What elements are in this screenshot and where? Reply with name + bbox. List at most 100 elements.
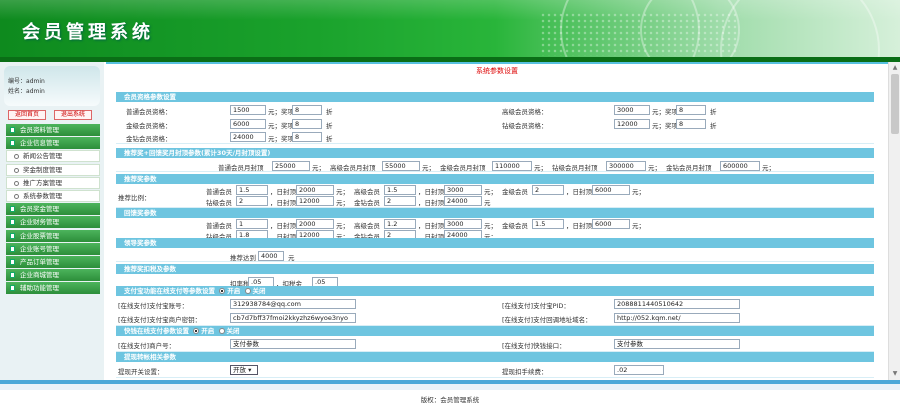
golddiamond-member-discount-input[interactable]: 8 (292, 132, 322, 142)
feedback-ratio-input[interactable]: 1.2 (384, 219, 416, 229)
alipay-key-input[interactable]: cb7d7bff37fmoi2kkyzhz6wyoe3nyo (230, 313, 356, 323)
senior-member-discount-input[interactable]: 8 (676, 105, 706, 115)
normal-member-discount-input[interactable]: 8 (292, 105, 322, 115)
scroll-thumb[interactable] (891, 74, 899, 134)
golddiamond-member-fee-input[interactable]: 24000 (230, 132, 266, 142)
logout-button[interactable]: 退出系统 (54, 110, 92, 120)
folder-icon (10, 245, 15, 252)
footer: 版权：会员管理系统 (0, 380, 900, 405)
feedback-cap-input[interactable]: 3000 (444, 219, 482, 229)
sidebar-subitem-4[interactable]: 推广方案管理 (6, 176, 100, 189)
user-id-line: 编号：admin (8, 78, 45, 85)
section-tax: 推荐奖扣税及参数 (116, 264, 874, 274)
folder-icon (10, 219, 15, 226)
referral-ratio-input[interactable]: 2 (236, 196, 268, 206)
gold-member-fee-input[interactable]: 6000 (230, 119, 266, 129)
sidebar-group-0[interactable]: 会员资料管理 (6, 124, 100, 136)
referral-ratio-input[interactable]: 2 (532, 185, 564, 195)
referral-unit: 元； (632, 188, 645, 196)
sidebar-group-8[interactable]: 企业股票管理 (6, 229, 100, 242)
feedback-cap-label: ，日封顶 (270, 222, 296, 230)
withdrawal-fee-input[interactable]: .02 (614, 365, 664, 375)
sidebar-item-label: 企业财务管理 (20, 218, 59, 227)
folder-icon (10, 127, 15, 133)
alipay-disable-radio[interactable] (244, 288, 251, 294)
scroll-down-icon[interactable]: ▼ (891, 370, 899, 378)
referral-ratio-input[interactable]: 1.5 (236, 185, 268, 195)
referral-ratio-input[interactable]: 2 (384, 196, 416, 206)
sidebar-item-label: 奖金制度管理 (23, 165, 62, 174)
sidebar-group-7[interactable]: 企业财务管理 (6, 216, 100, 229)
99bill-merchant-input[interactable]: 支付参数 (230, 339, 356, 349)
section-monthly-cap: 推荐奖+回馈奖月封顶参数(累计30天/月封顶设置) (116, 148, 874, 158)
senior-member-fee-input[interactable]: 3000 (614, 105, 650, 115)
home-button[interactable]: 返回首页 (8, 110, 46, 120)
referral-cap-label: ，日封顶 (270, 199, 296, 207)
normal-member-fee-input[interactable]: 1500 (230, 105, 266, 115)
section-99bill: 快钱在线支付参数设置 开启 关闭 (116, 326, 874, 336)
sidebar-subitem-3[interactable]: 奖金制度管理 (6, 163, 100, 176)
sidebar-group-11[interactable]: 企业商城管理 (6, 269, 100, 282)
golddiamond-monthly-cap-input[interactable]: 600000 (720, 161, 760, 171)
scroll-up-icon[interactable]: ▲ (891, 64, 899, 72)
alipay-pid-input[interactable]: 2088811440510642 (614, 299, 740, 309)
99bill-enable-radio[interactable] (193, 328, 200, 334)
leader-threshold-input[interactable]: 4000 (258, 251, 284, 261)
sidebar-item-label: 会员奖金管理 (20, 205, 59, 214)
referral-cap-input[interactable]: 24000 (444, 196, 482, 206)
feedback-unit: 元； (632, 222, 645, 230)
sidebar-group-12[interactable]: 辅助功能管理 (6, 282, 100, 295)
referral-cap-label: ，日封顶 (566, 188, 592, 196)
referral-cap-input[interactable]: 3000 (444, 185, 482, 195)
99bill-interface-input[interactable]: 支付参数 (614, 339, 740, 349)
alipay-callback-domain-input[interactable]: http://052.kqm.net/ (614, 313, 740, 323)
alipay-enable-radio[interactable] (219, 288, 226, 294)
feedback-ratio-input[interactable]: 1.5 (532, 219, 564, 229)
referral-unit: 元； (336, 188, 349, 196)
referral-cap-input[interactable]: 12000 (296, 196, 334, 206)
main-scrollbar[interactable]: ▲ ▼ (888, 62, 900, 380)
section-leader-bonus-row: 推荐达到 4000 元 (116, 248, 874, 262)
header-banner: 会员管理系统 (0, 0, 900, 62)
referral-ratio-input[interactable]: 1.5 (384, 185, 416, 195)
diamond-member-fee-input[interactable]: 12000 (614, 119, 650, 129)
gold-member-discount-input[interactable]: 8 (292, 119, 322, 129)
gold-monthly-cap-input[interactable]: 110000 (492, 161, 532, 171)
99bill-disable-radio[interactable] (218, 328, 225, 334)
referral-label: 金钻会员 (354, 199, 380, 207)
section-99bill-row: [在线支付]商户号： 支付参数 [在线支付]快钱接口： 支付参数 (116, 336, 874, 352)
referral-label: 高级会员 (354, 188, 380, 196)
referral-label: 钻级会员 (206, 199, 232, 207)
sidebar-subitem-2[interactable]: 新闻公告管理 (6, 150, 100, 163)
diamond-monthly-cap-input[interactable]: 300000 (606, 161, 646, 171)
feedback-cap-input[interactable]: 6000 (592, 219, 630, 229)
feedback-cap-input[interactable]: 2000 (296, 219, 334, 229)
sidebar-item-label: 企业股票管理 (20, 231, 59, 240)
sidebar-subitem-5[interactable]: 系统参数管理 (6, 189, 100, 202)
referral-label: 金级会员 (502, 188, 528, 196)
referral-unit: 元； (484, 188, 497, 196)
diamond-member-discount-input[interactable]: 8 (676, 119, 706, 129)
senior-monthly-cap-input[interactable]: 55000 (382, 161, 420, 171)
sidebar-group-9[interactable]: 企业账号管理 (6, 242, 100, 255)
referral-cap-input[interactable]: 6000 (592, 185, 630, 195)
sidebar-group-10[interactable]: 产品订单管理 (6, 255, 100, 268)
bullet-icon (14, 154, 19, 160)
sidebar-group-6[interactable]: 会员奖金管理 (6, 203, 100, 216)
normal-monthly-cap-input[interactable]: 25000 (272, 161, 310, 171)
folder-icon (10, 140, 15, 147)
folder-icon (10, 258, 15, 265)
alipay-account-input[interactable]: 312938784@qq.com (230, 299, 356, 309)
feedback-ratio-input[interactable]: 1 (236, 219, 268, 229)
section-referral-bonus-rows: 推荐比例： 普通会员 1.5 ，日封顶 2000 元； 高级会员 1.5 ，日封顶 3000 元；… (116, 184, 874, 208)
feedback-label: 普通会员 (206, 222, 232, 230)
withdrawal-switch-select[interactable]: 开放 ▾ (230, 365, 258, 375)
sidebar-group-1[interactable]: 企业信息管理 (6, 137, 100, 150)
sidebar-item-label: 新闻公告管理 (23, 152, 62, 161)
section-feedback-bonus: 回馈奖参数 (116, 208, 874, 218)
referral-cap-input[interactable]: 2000 (296, 185, 334, 195)
sidebar-item-label: 企业信息管理 (20, 139, 59, 148)
sidebar: 编号：admin 姓名：admin 返回首页 退出系统 会员资料管理 企业信息管理… (0, 62, 104, 380)
sidebar-item-label: 辅助功能管理 (20, 284, 59, 293)
sidebar-item-label: 企业账号管理 (20, 244, 59, 253)
